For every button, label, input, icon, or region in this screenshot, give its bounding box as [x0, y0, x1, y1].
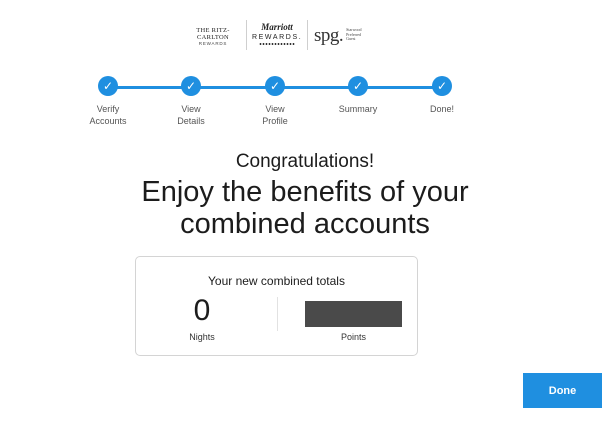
- checkmark-icon: ✓: [181, 76, 201, 96]
- step-view-details: ✓ View Details: [156, 76, 226, 127]
- logo-divider: [307, 20, 308, 50]
- marriott-rewards-logo: Marriott REWARDS.: [252, 23, 302, 45]
- step-done: ✓ Done!: [407, 76, 477, 115]
- points-value-redacted: [305, 301, 402, 327]
- done-button[interactable]: Done: [523, 373, 602, 408]
- step-label: View Profile: [262, 104, 288, 126]
- ritz-carlton-rewards-logo: THE RITZ-CARLTON REWARDS: [196, 27, 230, 46]
- checkmark-icon: ✓: [348, 76, 368, 96]
- step-label: View Details: [177, 104, 205, 126]
- checkmark-icon: ✓: [98, 76, 118, 96]
- progress-stepper: ✓ Verify Accounts ✓ View Details ✓ View …: [0, 76, 610, 136]
- totals-divider: [277, 297, 278, 331]
- step-label: Verify Accounts: [89, 104, 127, 126]
- step-summary: ✓ Summary: [323, 76, 393, 115]
- nights-label: Nights: [189, 332, 215, 342]
- step-verify-accounts: ✓ Verify Accounts: [73, 76, 143, 127]
- combined-totals-card: Your new combined totals 0 Nights Points: [135, 256, 418, 356]
- nights-value: 0: [193, 294, 211, 327]
- checkmark-icon: ✓: [432, 76, 452, 96]
- checkmark-icon: ✓: [265, 76, 285, 96]
- spg-logo: spg. Starwood Preferred Guest: [314, 24, 362, 46]
- points-label: Points: [340, 332, 366, 342]
- logo-divider: [246, 20, 247, 50]
- step-label: Summary: [338, 104, 378, 114]
- congratulations-heading: Congratulations!: [235, 151, 375, 172]
- card-title: Your new combined totals: [208, 274, 345, 288]
- step-label: Done!: [429, 104, 455, 114]
- page-title: Enjoy the benefits of your combined acco…: [141, 176, 469, 240]
- brand-logos: THE RITZ-CARLTON REWARDS Marriott REWARD…: [0, 20, 610, 50]
- step-view-profile: ✓ View Profile: [240, 76, 310, 127]
